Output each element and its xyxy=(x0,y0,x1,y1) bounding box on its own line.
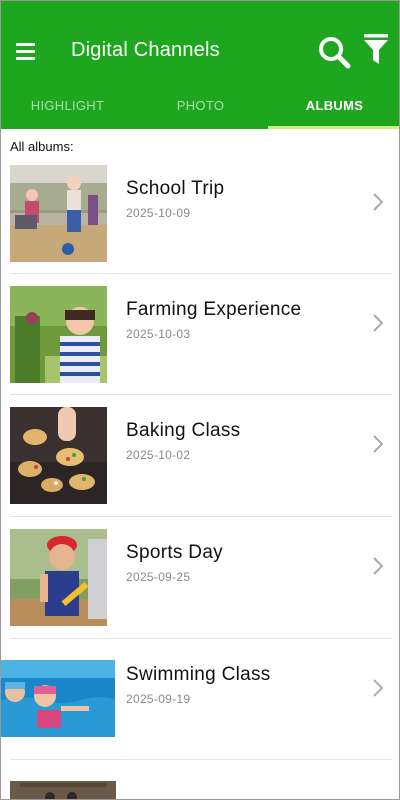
tab-photo[interactable]: PHOTO xyxy=(134,89,267,129)
app-screen: Digital Channels HIGHLIGHT PHOTO ALBUMS … xyxy=(0,0,400,800)
album-name: Swimming Class xyxy=(126,664,271,685)
tab-highlight[interactable]: HIGHLIGHT xyxy=(1,89,134,129)
album-thumbnail xyxy=(10,781,116,799)
album-date: 2025-09-25 xyxy=(126,570,191,584)
album-thumbnail xyxy=(1,660,115,737)
album-thumbnail xyxy=(10,286,107,383)
album-date: 2025-10-09 xyxy=(126,206,191,220)
album-name: School Trip xyxy=(126,178,225,199)
search-icon[interactable] xyxy=(317,35,351,69)
hamburger-menu-icon[interactable] xyxy=(16,43,36,61)
album-row-baking-class[interactable]: Baking Class 2025-10-02 xyxy=(1,394,399,515)
album-thumbnail xyxy=(10,407,107,504)
chevron-right-icon xyxy=(373,557,384,575)
chevron-right-icon xyxy=(373,314,384,332)
album-name: Farming Experience xyxy=(126,299,302,320)
chevron-right-icon xyxy=(373,679,384,697)
album-date: 2025-10-03 xyxy=(126,327,191,341)
active-tab-indicator xyxy=(268,126,399,129)
album-thumbnail xyxy=(10,529,107,626)
album-row-swimming-class[interactable]: Swimming Class 2025-09-19 xyxy=(1,638,399,759)
app-bar: Digital Channels HIGHLIGHT PHOTO ALBUMS xyxy=(1,1,399,129)
chevron-right-icon xyxy=(373,193,384,211)
album-row-partial[interactable] xyxy=(1,759,399,799)
album-row-school-trip[interactable]: School Trip 2025-10-09 xyxy=(1,152,399,273)
album-row-sports-day[interactable]: Sports Day 2025-09-25 xyxy=(1,516,399,637)
album-thumbnail xyxy=(10,165,107,262)
album-date: 2025-09-19 xyxy=(126,692,191,706)
app-title: Digital Channels xyxy=(71,39,220,61)
album-name: Sports Day xyxy=(126,542,223,563)
tab-albums[interactable]: ALBUMS xyxy=(268,89,399,129)
chevron-right-icon xyxy=(373,435,384,453)
album-name: Baking Class xyxy=(126,420,241,441)
filter-icon[interactable] xyxy=(363,34,389,66)
album-date: 2025-10-02 xyxy=(126,448,191,462)
album-row-farming-experience[interactable]: Farming Experience 2025-10-03 xyxy=(1,273,399,394)
tab-bar: HIGHLIGHT PHOTO ALBUMS xyxy=(1,89,399,129)
